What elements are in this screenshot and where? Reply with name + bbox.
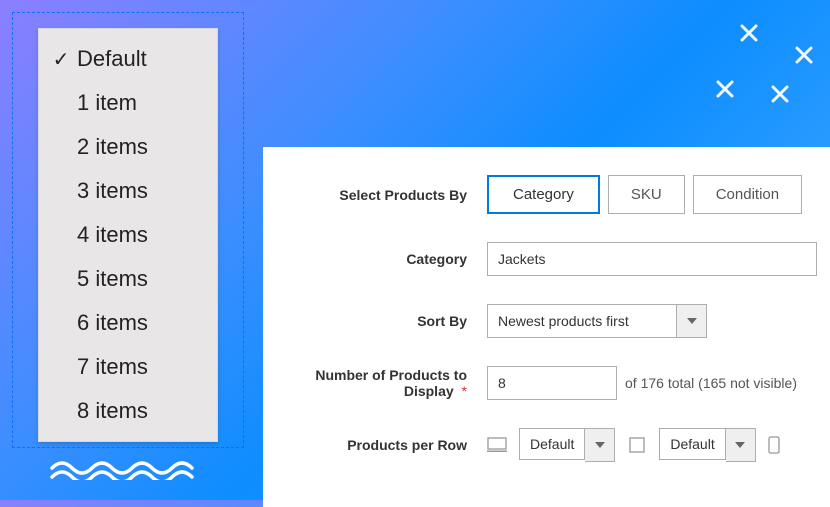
- dropdown-item-label: 8 items: [77, 398, 148, 424]
- chevron-down-icon[interactable]: [677, 304, 707, 338]
- num-products-input[interactable]: [487, 366, 617, 400]
- chevron-down-icon[interactable]: [726, 428, 756, 462]
- dropdown-item-7[interactable]: 7 items: [39, 345, 217, 389]
- dropdown-item-label: 6 items: [77, 310, 148, 336]
- dropdown-item-label: 7 items: [77, 354, 148, 380]
- dropdown-item-2[interactable]: 2 items: [39, 125, 217, 169]
- chevron-down-icon[interactable]: [585, 428, 615, 462]
- per-row-tablet-value[interactable]: Default: [659, 428, 725, 460]
- category-label: Category: [263, 251, 487, 267]
- dropdown-item-8[interactable]: 8 items: [39, 389, 217, 433]
- tab-sku[interactable]: SKU: [608, 175, 685, 214]
- sort-by-value[interactable]: [487, 304, 677, 338]
- dropdown-item-4[interactable]: 4 items: [39, 213, 217, 257]
- num-products-hint: of 176 total (165 not visible): [625, 375, 797, 391]
- check-icon: ✓: [47, 47, 75, 72]
- per-row-tablet-select[interactable]: Default: [659, 428, 755, 462]
- required-asterisk: *: [462, 383, 467, 399]
- sort-by-label: Sort By: [263, 313, 487, 329]
- dropdown-item-6[interactable]: 6 items: [39, 301, 217, 345]
- decor-x-icon: [795, 46, 813, 64]
- dropdown-item-label: 1 item: [77, 90, 137, 116]
- num-products-label: Number of Products to Display *: [263, 367, 487, 399]
- per-row-desktop-value[interactable]: Default: [519, 428, 585, 460]
- per-row-desktop-select[interactable]: Default: [519, 428, 615, 462]
- select-products-by-field: Category SKU Condition: [487, 175, 830, 214]
- dropdown-item-label: 5 items: [77, 266, 148, 292]
- tab-category[interactable]: Category: [487, 175, 600, 214]
- category-input[interactable]: [487, 242, 817, 276]
- tab-condition[interactable]: Condition: [693, 175, 802, 214]
- dropdown-item-3[interactable]: 3 items: [39, 169, 217, 213]
- items-dropdown[interactable]: ✓ Default 1 item 2 items 3 items 4 items…: [38, 28, 218, 442]
- sort-by-select[interactable]: [487, 304, 707, 338]
- dropdown-item-label: 4 items: [77, 222, 148, 248]
- dropdown-item-default[interactable]: ✓ Default: [39, 37, 217, 81]
- dropdown-item-label: 2 items: [77, 134, 148, 160]
- tablet-icon: [627, 437, 647, 453]
- decor-x-icon: [740, 24, 758, 42]
- decor-x-icon: [771, 85, 789, 103]
- dropdown-item-label: Default: [77, 46, 147, 72]
- dropdown-item-5[interactable]: 5 items: [39, 257, 217, 301]
- decor-wave-icon: [48, 458, 198, 485]
- products-per-row-label: Products per Row: [263, 437, 487, 453]
- mobile-icon: [768, 436, 780, 454]
- dropdown-item-label: 3 items: [77, 178, 148, 204]
- product-widget-form: Select Products By Category SKU Conditio…: [263, 147, 830, 507]
- decor-x-icon: [716, 80, 734, 98]
- desktop-icon: [487, 437, 507, 453]
- dropdown-item-1[interactable]: 1 item: [39, 81, 217, 125]
- select-products-by-label: Select Products By: [263, 187, 487, 203]
